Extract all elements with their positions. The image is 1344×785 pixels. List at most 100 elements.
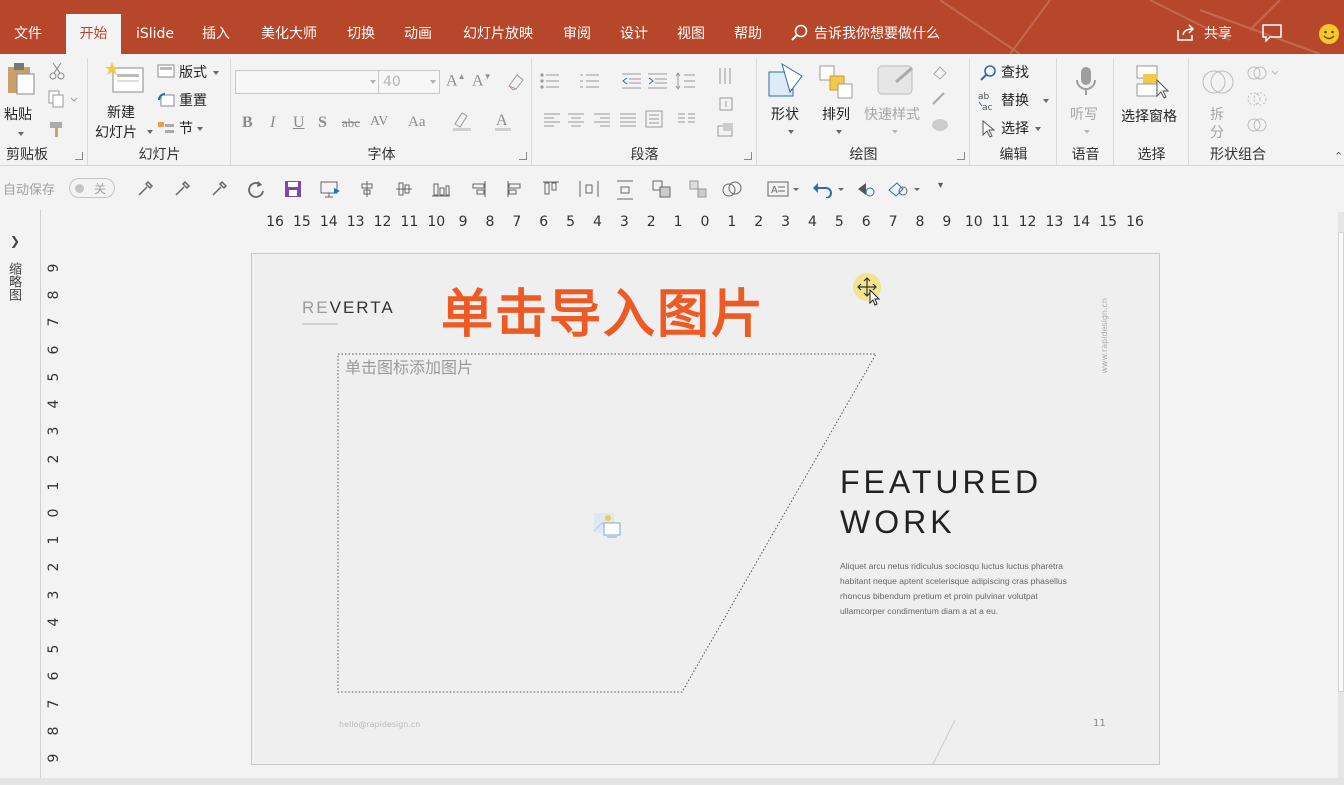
arrange-button[interactable]: 排列 [814, 60, 862, 140]
distribute-v-icon[interactable] [616, 180, 634, 200]
align-right-icon[interactable] [593, 112, 611, 128]
tell-me-search[interactable]: 告诉我你想要做什么 [790, 14, 940, 54]
align-bottom-icon[interactable] [431, 180, 451, 198]
redo-circle-icon[interactable] [247, 180, 265, 198]
expand-thumbnails-icon[interactable]: ❯ [10, 234, 20, 248]
cut-icon[interactable] [48, 62, 66, 80]
justify-icon[interactable] [619, 112, 637, 128]
copy-icon[interactable] [48, 90, 78, 108]
shape-outline-icon[interactable] [930, 90, 960, 108]
format-painter-icon[interactable] [48, 120, 66, 138]
tab-islide[interactable]: iSlide [124, 14, 186, 54]
shape-fill-icon[interactable] [930, 64, 960, 82]
tab-beautify[interactable]: 美化大师 [250, 14, 328, 54]
new-slide-button[interactable]: 新建 幻灯片 [93, 60, 153, 142]
align-center-h-icon[interactable] [358, 180, 376, 198]
tab-animations[interactable]: 动画 [392, 14, 444, 54]
change-case-button[interactable]: Aa [408, 114, 426, 131]
shapes-button[interactable]: 形状 [762, 60, 810, 140]
grow-font-button[interactable]: A▲ [446, 72, 465, 90]
align-left-icon[interactable] [543, 112, 561, 128]
character-spacing-button[interactable]: AV [370, 114, 388, 130]
intersect-shapes-icon[interactable] [1246, 90, 1268, 108]
bold-button[interactable]: B [242, 114, 253, 132]
font-name-combo[interactable] [235, 70, 380, 94]
align-text-icon[interactable] [717, 96, 747, 114]
undo-icon[interactable] [812, 180, 846, 198]
font-size-combo[interactable]: 40 [378, 70, 440, 94]
eyedropper-icon[interactable] [136, 180, 154, 198]
split-button[interactable]: 拆 分 [1198, 60, 1238, 141]
reset-button[interactable]: 重置 [155, 90, 225, 112]
tab-home[interactable]: 开始 [66, 14, 121, 54]
tab-view[interactable]: 视图 [666, 14, 716, 54]
drawing-launcher-icon[interactable] [957, 152, 965, 160]
present-from-start-icon[interactable] [320, 180, 342, 198]
tab-file[interactable]: 文件 [0, 14, 56, 54]
dictate-button[interactable]: 听写 [1064, 60, 1108, 140]
tab-insert[interactable]: 插入 [190, 14, 242, 54]
align-middle-icon[interactable] [395, 180, 413, 198]
line-spacing-icon[interactable] [675, 72, 707, 90]
tab-slideshow[interactable]: 幻灯片放映 [452, 14, 544, 54]
bullets-icon[interactable] [539, 72, 575, 90]
shape-tools-icon[interactable] [887, 180, 923, 198]
underline-button[interactable]: U [293, 114, 305, 132]
paste-button[interactable]: 粘贴 [2, 62, 42, 138]
align-top-icon[interactable] [542, 180, 560, 198]
section-button[interactable]: 节 [155, 118, 225, 140]
columns-icon[interactable] [677, 112, 705, 128]
thumbnails-label[interactable]: 缩略图 [6, 262, 23, 301]
clipboard-launcher-icon[interactable] [75, 152, 83, 160]
autosave-toggle[interactable]: 关 [69, 178, 115, 198]
distribute-h-icon[interactable] [579, 180, 599, 198]
increase-indent-icon[interactable] [647, 72, 669, 90]
strikethrough-button[interactable]: abc [342, 115, 360, 131]
ungroup-objects-icon[interactable] [689, 180, 709, 198]
selection-pane-button[interactable]: 选择窗格 [1117, 60, 1187, 132]
comment-icon[interactable] [1262, 24, 1282, 42]
group-objects-icon[interactable] [652, 180, 672, 198]
quick-styles-button[interactable]: 快速样式 [862, 60, 928, 140]
subtract-shapes-icon[interactable] [1246, 116, 1268, 134]
text-box-icon[interactable]: A [767, 180, 801, 198]
distributed-icon[interactable] [645, 110, 663, 128]
customize-qat-icon[interactable]: ▾ [938, 180, 943, 191]
find-button[interactable]: 查找 [977, 62, 1053, 84]
save-icon[interactable] [284, 180, 302, 198]
shrink-font-button[interactable]: A▼ [472, 72, 491, 90]
clear-formatting-icon[interactable] [506, 72, 526, 92]
body-paragraph[interactable]: Aliquet arcu netus ridiculus sociosqu lu… [840, 559, 1075, 619]
featured-work-title[interactable]: FEATURED WORK [840, 462, 1042, 542]
vertical-scrollbar-thumb[interactable] [1338, 232, 1344, 692]
select-button[interactable]: 选择 [977, 118, 1053, 140]
eyedropper-2-icon[interactable] [173, 180, 191, 198]
layout-button[interactable]: 版式 [155, 62, 225, 84]
slide-canvas[interactable]: REVERTA 单击导入图片 www.rapidesign.cn 单击图标添加图… [251, 253, 1160, 765]
insert-picture-icon[interactable] [592, 509, 624, 541]
feedback-smiley-icon[interactable] [1318, 23, 1340, 45]
numbering-icon[interactable] [579, 72, 615, 90]
align-center-icon[interactable] [567, 112, 585, 128]
smartart-icon[interactable] [717, 122, 747, 140]
tab-help[interactable]: 帮助 [722, 14, 774, 54]
font-launcher-icon[interactable] [519, 152, 527, 160]
font-color-icon[interactable]: A [494, 110, 522, 132]
merge-shapes-icon[interactable] [722, 180, 744, 198]
shape-effects-icon[interactable] [930, 116, 960, 134]
collapse-ribbon-icon[interactable]: ⌃ [1334, 150, 1343, 163]
share-button[interactable]: 共享 [1176, 14, 1232, 54]
text-direction-icon[interactable] [717, 66, 747, 86]
align-left-obj-icon[interactable] [506, 180, 524, 198]
italic-button[interactable]: I [270, 114, 275, 132]
tab-transitions[interactable]: 切换 [334, 14, 388, 54]
eyedropper-3-icon[interactable] [210, 180, 228, 198]
tab-design[interactable]: 设计 [608, 14, 660, 54]
paragraph-launcher-icon[interactable] [744, 152, 752, 160]
replace-button[interactable]: ab ac 替换 [977, 90, 1053, 112]
align-right-obj-icon[interactable] [469, 180, 487, 198]
shadow-button[interactable]: S [318, 114, 327, 132]
union-shapes-icon[interactable] [1246, 64, 1280, 82]
tab-review[interactable]: 审阅 [552, 14, 602, 54]
animation-pane-icon[interactable] [856, 180, 876, 198]
